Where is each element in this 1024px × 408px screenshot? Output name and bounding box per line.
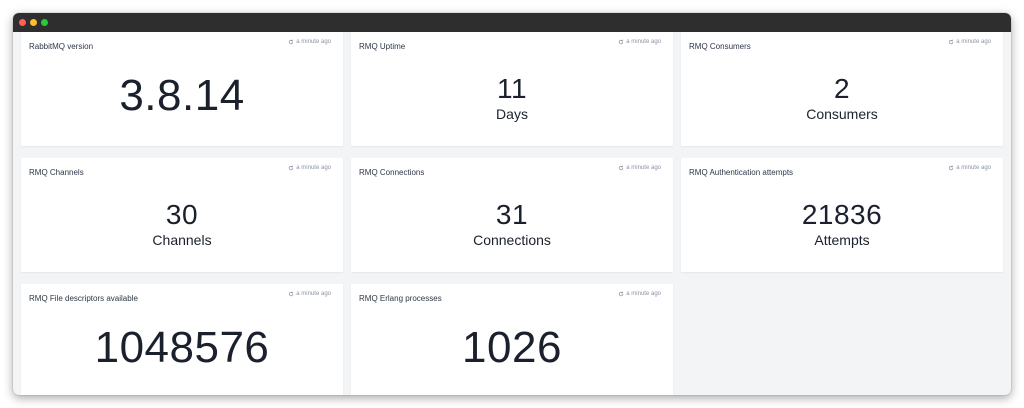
stat-value: 1048576 (94, 323, 270, 372)
panel-title: RMQ Uptime (359, 42, 406, 51)
panel-title: RMQ Authentication attempts (689, 168, 794, 177)
stat-unit: Consumers (806, 106, 878, 122)
minimize-window-button[interactable] (30, 19, 37, 26)
updated-label: a minute ago (626, 39, 661, 45)
panel-updated-time: a minute ago (288, 39, 331, 45)
stat-value: 2 (833, 73, 851, 104)
stat-value: 30 (165, 199, 199, 230)
panel-updated-time: a minute ago (618, 291, 661, 297)
panel-rmq-erlang-processes[interactable]: RMQ Erlang processes a minute ago 1026 (351, 284, 673, 395)
refresh-icon (289, 291, 294, 297)
panel-title: RMQ Connections (359, 168, 425, 177)
panel-rmq-file-descriptors[interactable]: RMQ File descriptors available a minute … (21, 284, 343, 395)
stat-value: 21836 (801, 199, 883, 230)
updated-label: a minute ago (626, 291, 661, 297)
panel-rmq-channels[interactable]: RMQ Channels a minute ago 30 Channels (21, 158, 343, 272)
panel-rmq-connections[interactable]: RMQ Connections a minute ago 31 Connecti… (351, 158, 673, 272)
updated-label: a minute ago (296, 39, 331, 45)
panel-stat: 11 Days (351, 73, 673, 122)
refresh-icon (949, 165, 954, 171)
panel-stat: 30 Channels (21, 199, 343, 248)
refresh-icon (289, 165, 294, 171)
refresh-icon (619, 39, 624, 45)
panel-updated-time: a minute ago (948, 39, 991, 45)
stat-value: 1026 (462, 323, 562, 372)
panel-title: RMQ Consumers (689, 42, 751, 51)
updated-label: a minute ago (956, 39, 991, 45)
panel-rmq-consumers[interactable]: RMQ Consumers a minute ago 2 Consumers (681, 32, 1003, 146)
panel-stat: 1026 (351, 326, 673, 370)
panel-rmq-authentication-attempts[interactable]: RMQ Authentication attempts a minute ago… (681, 158, 1003, 272)
updated-label: a minute ago (296, 291, 331, 297)
panel-updated-time: a minute ago (288, 291, 331, 297)
panel-stat: 1048576 (21, 326, 343, 370)
browser-window: RabbitMQ version a minute ago 3.8.14 RMQ… (13, 13, 1011, 395)
stat-value: 11 (496, 73, 528, 104)
panel-title: RabbitMQ version (29, 42, 94, 51)
stat-unit: Days (496, 106, 528, 122)
panel-stat: 3.8.14 (21, 74, 343, 118)
close-window-button[interactable] (19, 19, 26, 26)
refresh-icon (619, 291, 624, 297)
stat-unit: Connections (473, 232, 551, 248)
panel-rabbitmq-version[interactable]: RabbitMQ version a minute ago 3.8.14 (21, 32, 343, 146)
stat-value: 3.8.14 (119, 71, 245, 120)
panel-title: RMQ Channels (29, 168, 84, 177)
updated-label: a minute ago (626, 165, 661, 171)
panel-updated-time: a minute ago (618, 165, 661, 171)
refresh-icon (949, 39, 954, 45)
panel-updated-time: a minute ago (288, 165, 331, 171)
window-titlebar (13, 13, 1011, 32)
panel-updated-time: a minute ago (948, 165, 991, 171)
stat-unit: Channels (152, 232, 212, 248)
panel-updated-time: a minute ago (618, 39, 661, 45)
dashboard-grid: RabbitMQ version a minute ago 3.8.14 RMQ… (13, 32, 1011, 395)
panel-stat: 2 Consumers (681, 73, 1003, 122)
stat-value: 31 (495, 199, 529, 230)
panel-stat: 31 Connections (351, 199, 673, 248)
maximize-window-button[interactable] (41, 19, 48, 26)
refresh-icon (619, 165, 624, 171)
panel-rmq-uptime[interactable]: RMQ Uptime a minute ago 11 Days (351, 32, 673, 146)
panel-title: RMQ File descriptors available (29, 294, 138, 303)
updated-label: a minute ago (956, 165, 991, 171)
refresh-icon (289, 39, 294, 45)
stat-unit: Attempts (814, 232, 870, 248)
panel-title: RMQ Erlang processes (359, 294, 442, 303)
panel-stat: 21836 Attempts (681, 199, 1003, 248)
updated-label: a minute ago (296, 165, 331, 171)
